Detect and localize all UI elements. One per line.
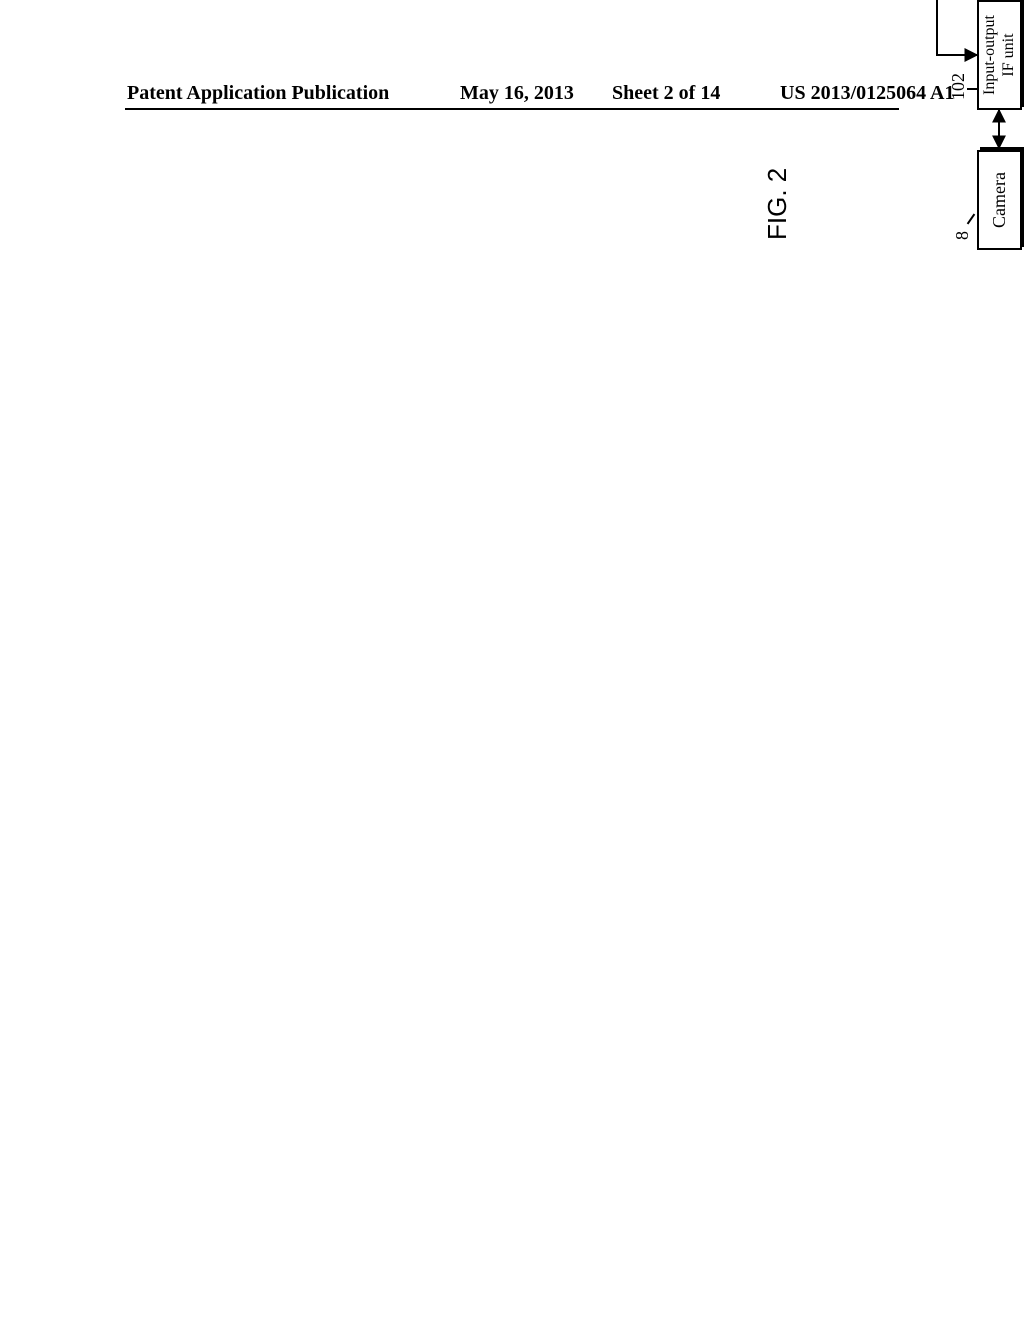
header-sheet: Sheet 2 of 14 xyxy=(612,82,720,105)
header-publication: Patent Application Publication xyxy=(127,82,389,105)
figure-2: FIG. 2 Signal processing unit 104 Camera… xyxy=(762,0,1024,250)
header-date: May 16, 2013 xyxy=(460,82,574,105)
page: Patent Application Publication May 16, 2… xyxy=(0,0,1024,1320)
diagram-arrows xyxy=(762,0,1024,250)
